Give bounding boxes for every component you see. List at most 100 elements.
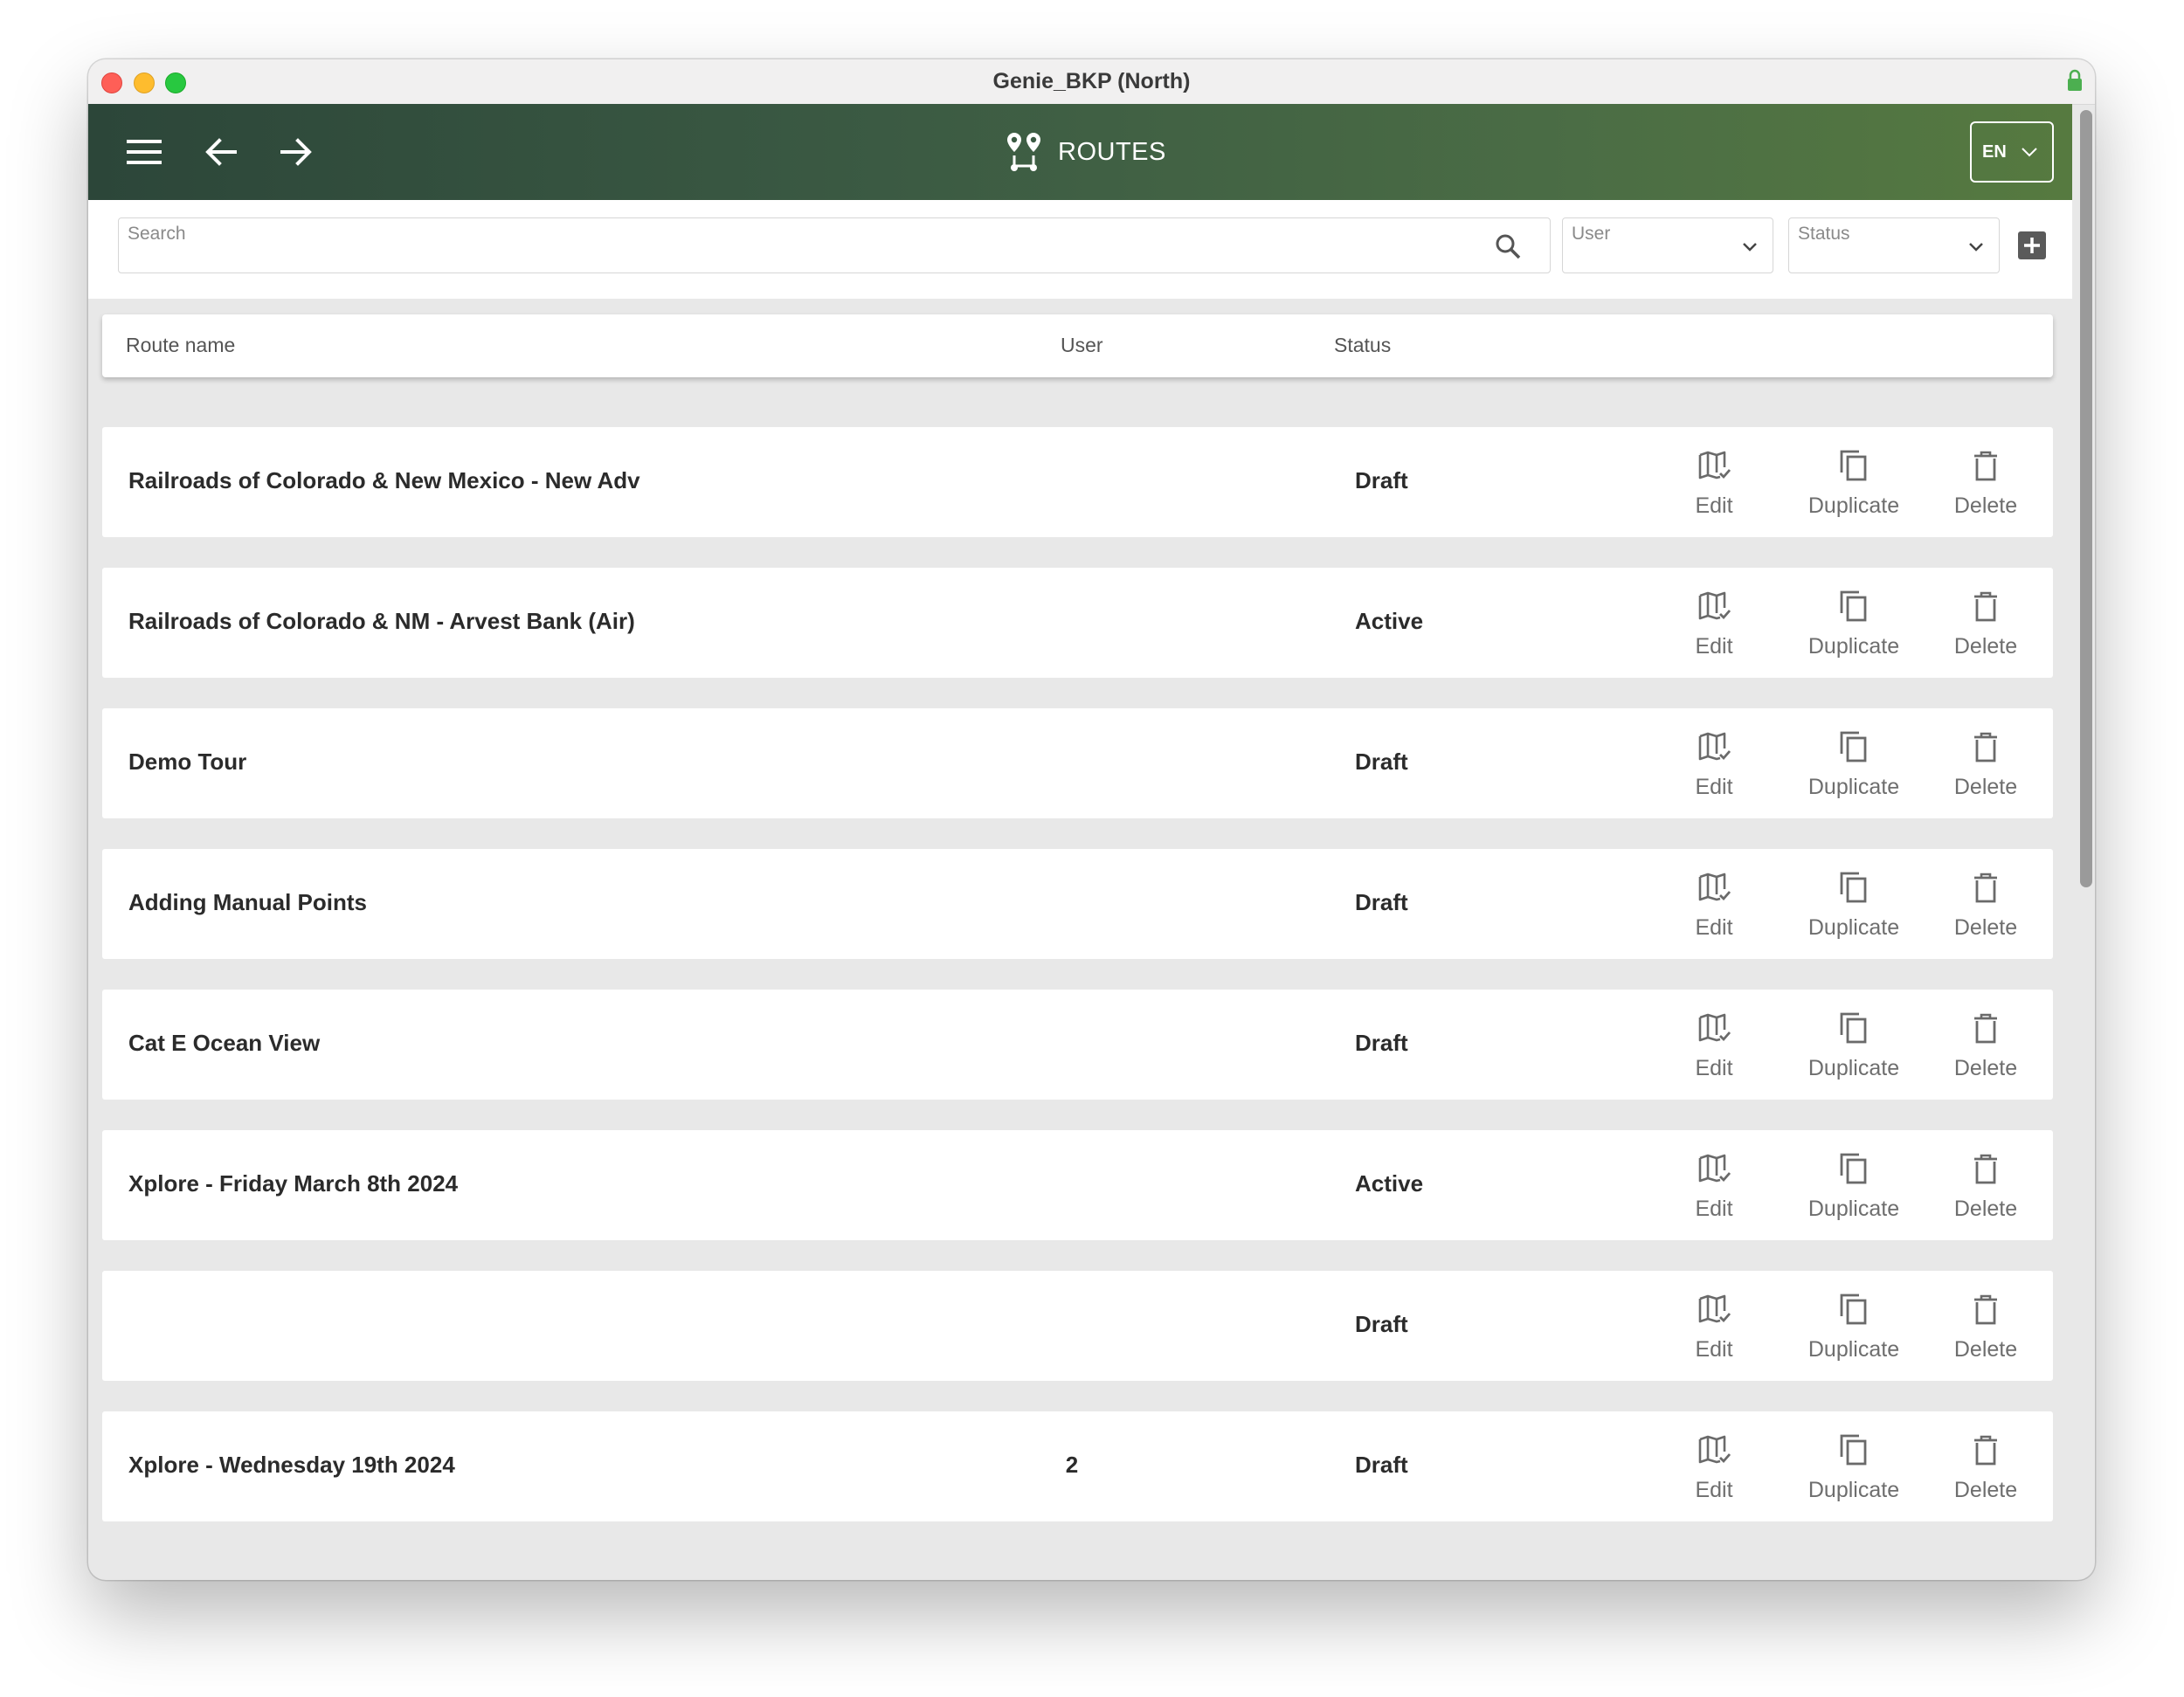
table-row[interactable]: Railroads of Colorado & New Mexico - New…	[102, 427, 2053, 537]
duplicate-button[interactable]: Duplicate	[1793, 1009, 1915, 1081]
delete-button[interactable]: Delete	[1933, 728, 2038, 800]
duplicate-label: Duplicate	[1807, 493, 1900, 518]
filter-bar: Search User Status	[88, 200, 2072, 299]
delete-button[interactable]: Delete	[1933, 1009, 2038, 1081]
duplicate-label: Duplicate	[1807, 775, 1900, 799]
language-label: EN	[1982, 141, 2007, 162]
map-check-icon	[1698, 1435, 1731, 1464]
page-title-text: ROUTES	[1058, 137, 1166, 166]
route-status: Draft	[1355, 1030, 1408, 1056]
duplicate-button[interactable]: Duplicate	[1793, 446, 1915, 519]
copy-icon	[1840, 1153, 1867, 1184]
edit-button[interactable]: Edit	[1670, 587, 1758, 659]
edit-label: Edit	[1695, 915, 1733, 940]
add-route-button[interactable]	[2018, 231, 2046, 259]
table-row[interactable]: Adding Manual Points Draft Edit Duplicat…	[102, 849, 2053, 959]
column-header-route-name[interactable]: Route name	[126, 334, 235, 357]
app-window: Genie_BKP (North) ROUTES EN Search User …	[88, 59, 2095, 1580]
arrow-left-icon	[205, 138, 237, 166]
delete-button[interactable]: Delete	[1933, 587, 2038, 659]
trash-icon	[1974, 591, 1997, 622]
delete-label: Delete	[1953, 1337, 2018, 1362]
trash-icon	[1974, 1435, 1997, 1466]
chevron-down-icon	[1969, 243, 1983, 252]
route-user: 2	[1065, 1452, 1079, 1478]
route-name: Railroads of Colorado & New Mexico - New…	[128, 467, 640, 493]
back-button[interactable]	[198, 129, 244, 175]
column-header-user[interactable]: User	[1061, 334, 1103, 357]
edit-button[interactable]: Edit	[1670, 1149, 1758, 1222]
vertical-scrollbar[interactable]	[2080, 110, 2092, 887]
trash-icon	[1974, 1294, 1997, 1325]
map-check-icon	[1698, 732, 1731, 761]
delete-button[interactable]: Delete	[1933, 1431, 2038, 1503]
edit-button[interactable]: Edit	[1670, 1431, 1758, 1503]
table-row[interactable]: Draft Edit Duplicate Delete	[102, 1271, 2053, 1381]
duplicate-label: Duplicate	[1807, 915, 1900, 940]
status-filter-label: Status	[1798, 224, 1850, 244]
title-bar: Genie_BKP (North)	[88, 59, 2095, 105]
edit-button[interactable]: Edit	[1670, 446, 1758, 519]
delete-label: Delete	[1953, 634, 2018, 659]
route-status: Draft	[1355, 467, 1408, 493]
delete-label: Delete	[1953, 1056, 2018, 1080]
window-title: Genie_BKP (North)	[992, 69, 1191, 93]
user-filter-label: User	[1572, 224, 1611, 244]
trash-icon	[1974, 1154, 1997, 1184]
edit-label: Edit	[1695, 493, 1733, 518]
edit-label: Edit	[1695, 775, 1733, 799]
table-header: Route name User Status	[102, 314, 2053, 377]
table-row[interactable]: Railroads of Colorado & NM - Arvest Bank…	[102, 568, 2053, 678]
edit-button[interactable]: Edit	[1670, 868, 1758, 941]
edit-label: Edit	[1695, 1056, 1733, 1080]
copy-icon	[1840, 1012, 1867, 1044]
copy-icon	[1840, 450, 1867, 481]
hamburger-icon	[127, 140, 162, 164]
lock-icon	[2068, 69, 2082, 91]
delete-button[interactable]: Delete	[1933, 1290, 2038, 1362]
chevron-down-icon	[2022, 148, 2037, 157]
table-row[interactable]: Xplore - Friday March 8th 2024 Active Ed…	[102, 1130, 2053, 1240]
edit-button[interactable]: Edit	[1670, 728, 1758, 800]
route-icon	[1007, 133, 1040, 171]
trash-icon	[1974, 1013, 1997, 1044]
column-header-status[interactable]: Status	[1334, 334, 1391, 357]
table-row[interactable]: Cat E Ocean View Draft Edit Duplicate De…	[102, 990, 2053, 1100]
chevron-down-icon	[1743, 243, 1757, 252]
route-status: Active	[1355, 608, 1424, 634]
status-filter-select[interactable]: Status	[1788, 217, 2000, 273]
edit-button[interactable]: Edit	[1670, 1009, 1758, 1081]
route-name: Railroads of Colorado & NM - Arvest Bank…	[128, 608, 635, 634]
duplicate-button[interactable]: Duplicate	[1793, 587, 1915, 659]
app-header: ROUTES EN	[88, 104, 2072, 200]
user-filter-select[interactable]: User	[1562, 217, 1773, 273]
delete-button[interactable]: Delete	[1933, 446, 2038, 519]
delete-label: Delete	[1953, 1197, 2018, 1221]
table-row[interactable]: Xplore - Wednesday 19th 2024 2 Draft Edi…	[102, 1411, 2053, 1521]
copy-icon	[1840, 731, 1867, 762]
desktop: Genie_BKP (North) ROUTES EN Search User …	[0, 0, 2184, 1697]
duplicate-label: Duplicate	[1807, 1197, 1900, 1221]
trash-icon	[1974, 732, 1997, 762]
route-name: Demo Tour	[128, 748, 247, 775]
search-input[interactable]: Search	[118, 217, 1551, 273]
table-row[interactable]: Demo Tour Draft Edit Duplicate Delete	[102, 708, 2053, 818]
edit-label: Edit	[1695, 634, 1733, 659]
forward-button[interactable]	[273, 129, 319, 175]
delete-label: Delete	[1953, 915, 2018, 940]
map-check-icon	[1698, 1294, 1731, 1323]
duplicate-button[interactable]: Duplicate	[1793, 1290, 1915, 1362]
map-check-icon	[1698, 451, 1731, 479]
delete-button[interactable]: Delete	[1933, 1149, 2038, 1222]
duplicate-button[interactable]: Duplicate	[1793, 728, 1915, 800]
duplicate-button[interactable]: Duplicate	[1793, 1431, 1915, 1503]
language-select[interactable]: EN	[1970, 121, 2054, 183]
map-check-icon	[1698, 591, 1731, 620]
page-title: ROUTES	[1006, 130, 1166, 174]
duplicate-button[interactable]: Duplicate	[1793, 868, 1915, 941]
delete-button[interactable]: Delete	[1933, 868, 2038, 941]
duplicate-button[interactable]: Duplicate	[1793, 1149, 1915, 1222]
menu-button[interactable]	[121, 129, 167, 175]
edit-button[interactable]: Edit	[1670, 1290, 1758, 1362]
route-name: Xplore - Wednesday 19th 2024	[128, 1452, 455, 1478]
